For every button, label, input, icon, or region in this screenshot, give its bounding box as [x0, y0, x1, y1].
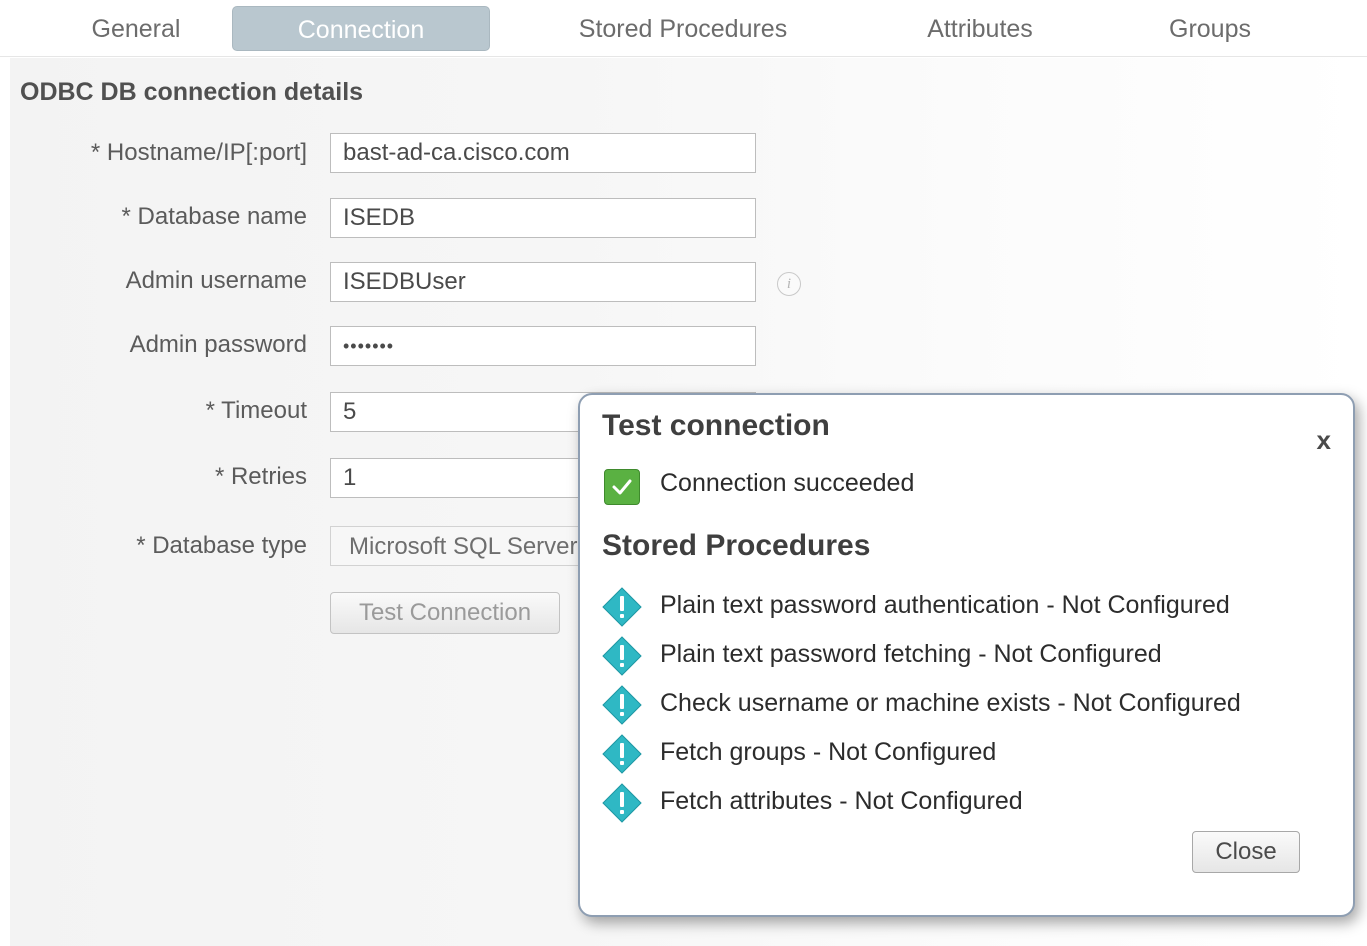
stored-procedure-status: Fetch attributes - Not Configured [660, 787, 1023, 815]
close-icon[interactable]: x [1317, 425, 1331, 456]
close-button[interactable]: Close [1192, 831, 1300, 873]
test-connection-dialog: Test connection x Connection succeeded S… [578, 393, 1355, 917]
stored-procedure-status: Plain text password fetching - Not Confi… [660, 640, 1162, 668]
stored-procedures-title: Stored Procedures [602, 529, 871, 562]
dialog-title: Test connection [602, 409, 830, 442]
list-item: Check username or machine exists - Not C… [600, 683, 1340, 727]
list-item: Fetch groups - Not Configured [600, 732, 1340, 776]
checkmark-icon [604, 469, 640, 505]
hostname-label: * Hostname/IP[:port] [90, 139, 307, 166]
stored-procedure-status: Check username or machine exists - Not C… [660, 689, 1241, 717]
tab-connection[interactable]: Connection [232, 6, 490, 51]
tab-groups[interactable]: Groups [1130, 6, 1290, 49]
test-connection-button[interactable]: Test Connection [330, 592, 560, 634]
tab-attributes[interactable]: Attributes [890, 6, 1070, 49]
admin-password-label: Admin password [129, 331, 307, 358]
warning-icon [602, 734, 642, 774]
timeout-label: * Timeout [205, 397, 307, 424]
list-item: Plain text password authentication - Not… [600, 585, 1340, 629]
admin-password-field[interactable] [330, 326, 756, 366]
admin-username-field[interactable] [330, 262, 756, 302]
tab-stored-procedures[interactable]: Stored Procedures [548, 6, 818, 49]
database-name-label: * Database name [121, 203, 307, 230]
warning-icon [602, 685, 642, 725]
admin-username-label: Admin username [125, 267, 307, 294]
warning-icon [602, 636, 642, 676]
retries-label: * Retries [214, 463, 307, 490]
warning-icon [602, 587, 642, 627]
hostname-field[interactable] [330, 133, 756, 173]
stored-procedure-status: Fetch groups - Not Configured [660, 738, 997, 766]
list-item: Fetch attributes - Not Configured [600, 781, 1340, 825]
list-item: Plain text password fetching - Not Confi… [600, 634, 1340, 678]
tab-bar: General Connection Stored Procedures Att… [0, 0, 1367, 57]
tab-general[interactable]: General [48, 6, 224, 49]
connection-status-text: Connection succeeded [660, 469, 915, 497]
section-title: ODBC DB connection details [20, 78, 364, 106]
warning-icon [602, 783, 642, 823]
info-icon[interactable]: i [777, 272, 801, 296]
database-name-field[interactable] [330, 198, 756, 238]
stored-procedure-status: Plain text password authentication - Not… [660, 591, 1230, 619]
database-type-label: * Database type [136, 532, 307, 559]
